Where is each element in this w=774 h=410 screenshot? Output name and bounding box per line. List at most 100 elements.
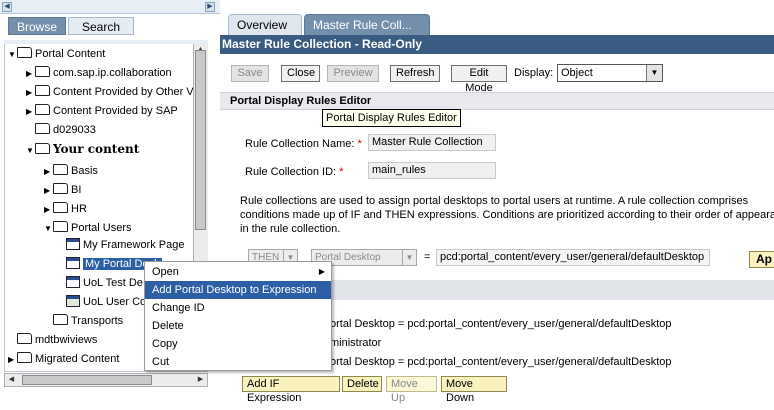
rule-collection-name-label: Rule Collection Name: * — [245, 138, 362, 150]
menu-item-add-portal-desktop[interactable]: Add Portal Desktop to Expression — [145, 281, 331, 299]
folder-icon — [53, 221, 68, 232]
collapsed-arrow-icon[interactable]: ▶ — [44, 201, 53, 219]
editor-tabs: Overview Master Rule Coll... — [220, 14, 774, 35]
tree-node-migrated-content[interactable]: ▶ Migrated Content — [8, 350, 119, 368]
label-text: Rule Collection Name: — [245, 138, 355, 150]
tree-node-my-framework-page[interactable]: My Framework Page — [66, 236, 184, 254]
desktop-path-field[interactable]: pcd:portal_content/every_user/general/de… — [436, 249, 710, 266]
menu-item-change-id[interactable]: Change ID — [145, 299, 331, 317]
framework-page-icon — [66, 238, 80, 250]
scroll-right-icon[interactable]: ▶ — [194, 374, 207, 386]
tree-node-label: Basis — [71, 165, 98, 177]
rule-collection-id-label: Rule Collection ID: * — [245, 166, 343, 178]
collapsed-arrow-icon[interactable]: ▶ — [8, 351, 17, 369]
preview-button[interactable]: Preview — [327, 65, 379, 82]
expanded-arrow-icon[interactable]: ▼ — [8, 46, 17, 64]
required-mark: * — [339, 166, 344, 178]
scroll-left-icon[interactable]: ◀ — [5, 374, 18, 386]
folder-icon — [53, 202, 68, 213]
tree-node-label: mdtbwiviews — [35, 334, 98, 346]
tree-node-uol-test-desktop[interactable]: UoL Test De — [66, 274, 143, 292]
menu-item-copy[interactable]: Copy — [145, 335, 331, 353]
tree-node-label: BI — [71, 184, 82, 196]
required-mark: * — [357, 138, 362, 150]
rule-collection-name-field[interactable]: Master Rule Collection — [368, 134, 496, 151]
menu-item-label: Open — [152, 266, 179, 278]
folder-icon — [17, 47, 32, 58]
folder-icon — [17, 333, 32, 344]
tree-node-d029033[interactable]: d029033 — [35, 121, 96, 139]
tree-node-hr[interactable]: ▶ HR — [44, 200, 87, 218]
tab-browse[interactable]: Browse — [8, 17, 66, 35]
save-button[interactable]: Save — [231, 65, 269, 82]
tree-node-portal-users[interactable]: ▼ Portal Users — [44, 219, 132, 237]
apply-button[interactable]: Ap — [749, 251, 774, 268]
editor-title: Master Rule Collection - Read-Only — [220, 35, 774, 54]
delete-button[interactable]: Delete — [342, 376, 382, 392]
folder-icon — [35, 85, 50, 96]
tree-node-basis[interactable]: ▶ Basis — [44, 162, 98, 180]
display-select-value: Object — [561, 67, 593, 79]
menu-item-open[interactable]: Open ▶ — [145, 263, 331, 281]
collapsed-arrow-icon[interactable]: ▶ — [26, 65, 35, 83]
tree-header-strip — [4, 40, 208, 44]
equals-sign: = — [424, 251, 431, 263]
rule-collection-id-field[interactable]: main_rules — [368, 162, 496, 179]
tab-search[interactable]: Search — [68, 17, 134, 35]
tree-node-label: com.sap.ip.collaboration — [53, 67, 172, 79]
collapsed-arrow-icon[interactable]: ▶ — [26, 103, 35, 121]
tab-master-rule-collection[interactable]: Master Rule Coll... — [304, 14, 430, 35]
move-up-button[interactable]: Move Up — [386, 376, 437, 404]
scroll-left-icon[interactable]: ◀ — [2, 2, 12, 12]
tree-vertical-scroll-thumb[interactable] — [195, 50, 206, 230]
tree-node-other-vendors[interactable]: ▶ Content Provided by Other Ve — [26, 83, 199, 101]
user-content-icon — [66, 295, 80, 307]
tab-overview[interactable]: Overview — [228, 14, 302, 35]
context-menu: Open ▶ Add Portal Desktop to Expression … — [144, 261, 332, 371]
refresh-button[interactable]: Refresh — [390, 65, 440, 82]
tree-node-sap[interactable]: ▶ Content Provided by SAP — [26, 102, 178, 120]
expanded-arrow-icon[interactable]: ▼ — [26, 142, 35, 160]
editor-toolbar: Save Close Preview Refresh Edit Mode Dis… — [220, 60, 774, 94]
tree-node-label: Portal Content — [35, 48, 106, 60]
section-header: Portal Display Rules Editor — [220, 92, 774, 110]
tree-node-transports[interactable]: Transports — [53, 312, 123, 330]
add-if-expression-button[interactable]: Add IF Expression — [242, 376, 340, 404]
description-line: Rule collections are used to assign port… — [240, 195, 749, 207]
menu-item-cut[interactable]: Cut — [145, 353, 331, 371]
move-down-button[interactable]: Move Down — [441, 376, 507, 404]
collapsed-arrow-icon[interactable]: ▶ — [26, 84, 35, 102]
desktop-icon — [66, 257, 80, 269]
rule-line[interactable]: ortal Desktop = pcd:portal_content/every… — [330, 318, 672, 330]
tree-horizontal-scroll-thumb[interactable] — [22, 375, 152, 385]
tree-node-label: Content Provided by Other Ve — [53, 86, 200, 98]
expanded-arrow-icon[interactable]: ▼ — [44, 220, 53, 238]
tree-node-label: My Framework Page — [83, 239, 185, 251]
folder-icon — [35, 66, 50, 77]
description-text: Rule collections are used to assign port… — [240, 194, 774, 236]
folder-icon — [35, 104, 50, 115]
edit-mode-button[interactable]: Edit Mode — [451, 65, 507, 94]
tree-node-label: d029033 — [53, 124, 96, 136]
tree-node-label: Portal Users — [71, 222, 132, 234]
collapsed-arrow-icon[interactable]: ▶ — [44, 163, 53, 181]
display-select[interactable]: Object ▼ — [557, 64, 663, 82]
tree-node-label: UoL Test De — [83, 277, 143, 289]
scroll-right-icon[interactable]: ▶ — [205, 2, 215, 12]
tree-node-label: Migrated Content — [35, 353, 120, 365]
chevron-down-icon[interactable]: ▼ — [646, 65, 662, 81]
rule-line[interactable]: ortal Desktop = pcd:portal_content/every… — [330, 356, 672, 368]
tree-node-collaboration[interactable]: ▶ com.sap.ip.collaboration — [26, 64, 172, 82]
submenu-arrow-icon: ▶ — [318, 267, 325, 276]
folder-icon — [17, 352, 32, 363]
chevron-down-icon[interactable]: ▼ — [402, 250, 416, 265]
tree-node-portal-content[interactable]: ▼ Portal Content — [8, 45, 105, 63]
tree-node-your-content[interactable]: ▼ Your content — [26, 140, 139, 158]
close-button[interactable]: Close — [281, 65, 320, 82]
tree-node-mdtbwiviews[interactable]: mdtbwiviews — [17, 331, 97, 349]
rule-line[interactable]: ministrator — [330, 337, 381, 349]
menu-item-delete[interactable]: Delete — [145, 317, 331, 335]
tree-node-bi[interactable]: ▶ BI — [44, 181, 81, 199]
tree-node-uol-user-content[interactable]: UoL User Co — [66, 293, 146, 311]
collapsed-arrow-icon[interactable]: ▶ — [44, 182, 53, 200]
